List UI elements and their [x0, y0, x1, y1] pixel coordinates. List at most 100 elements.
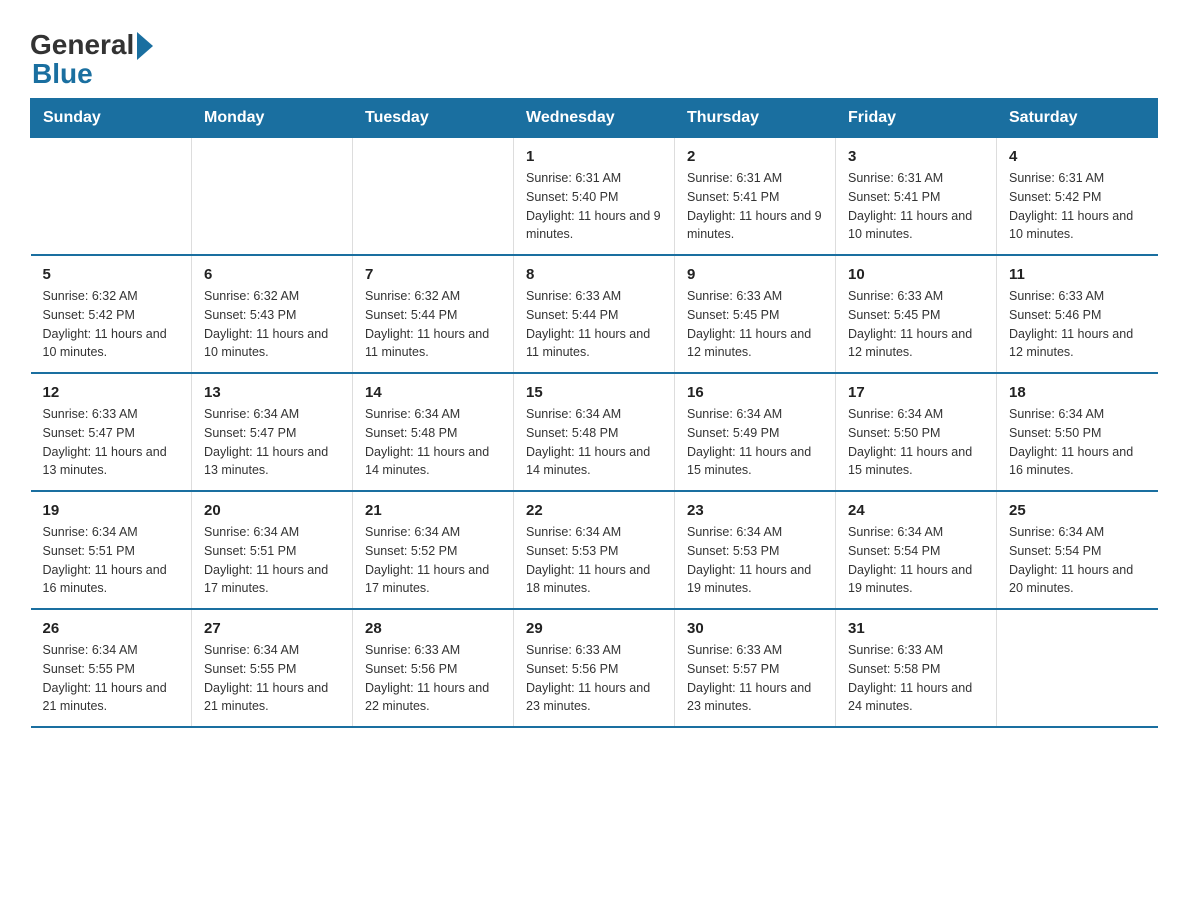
day-info: Sunrise: 6:34 AMSunset: 5:55 PMDaylight:…	[204, 641, 340, 716]
calendar-cell: 11 Sunrise: 6:33 AMSunset: 5:46 PMDayligh…	[997, 255, 1158, 373]
day-number: 25	[1009, 502, 1146, 519]
day-info: Sunrise: 6:33 AMSunset: 5:45 PMDaylight:…	[687, 287, 823, 362]
calendar-cell: 10 Sunrise: 6:33 AMSunset: 5:45 PMDayligh…	[836, 255, 997, 373]
weekday-header-saturday: Saturday	[997, 99, 1158, 138]
calendar-cell: 27 Sunrise: 6:34 AMSunset: 5:55 PMDayligh…	[192, 609, 353, 727]
day-number: 20	[204, 502, 340, 519]
day-info: Sunrise: 6:34 AMSunset: 5:52 PMDaylight:…	[365, 523, 501, 598]
day-info: Sunrise: 6:34 AMSunset: 5:51 PMDaylight:…	[43, 523, 180, 598]
day-info: Sunrise: 6:33 AMSunset: 5:56 PMDaylight:…	[526, 641, 662, 716]
day-number: 10	[848, 266, 984, 283]
day-number: 23	[687, 502, 823, 519]
day-number: 3	[848, 148, 984, 165]
weekday-header-monday: Monday	[192, 99, 353, 138]
day-info: Sunrise: 6:34 AMSunset: 5:50 PMDaylight:…	[1009, 405, 1146, 480]
logo-arrow-icon	[137, 32, 153, 60]
day-number: 4	[1009, 148, 1146, 165]
day-number: 27	[204, 620, 340, 637]
calendar-cell: 7Sunrise: 6:32 AMSunset: 5:44 PMDaylight…	[353, 255, 514, 373]
calendar-cell: 31Sunrise: 6:33 AMSunset: 5:58 PMDayligh…	[836, 609, 997, 727]
calendar-table: SundayMondayTuesdayWednesdayThursdayFrid…	[30, 98, 1158, 728]
day-number: 8	[526, 266, 662, 283]
weekday-header-tuesday: Tuesday	[353, 99, 514, 138]
day-info: Sunrise: 6:34 AMSunset: 5:48 PMDaylight:…	[365, 405, 501, 480]
calendar-cell: 21 Sunrise: 6:34 AMSunset: 5:52 PMDayligh…	[353, 491, 514, 609]
day-info: Sunrise: 6:33 AMSunset: 5:45 PMDaylight:…	[848, 287, 984, 362]
calendar-cell: 29 Sunrise: 6:33 AMSunset: 5:56 PMDayligh…	[514, 609, 675, 727]
calendar-cell: 2 Sunrise: 6:31 AMSunset: 5:41 PMDaylight…	[675, 138, 836, 256]
day-info: Sunrise: 6:33 AMSunset: 5:47 PMDaylight:…	[43, 405, 180, 480]
calendar-cell: 5Sunrise: 6:32 AMSunset: 5:42 PMDaylight…	[31, 255, 192, 373]
day-info: Sunrise: 6:34 AMSunset: 5:53 PMDaylight:…	[526, 523, 662, 598]
day-number: 24	[848, 502, 984, 519]
day-number: 31	[848, 620, 984, 637]
day-number: 11	[1009, 266, 1146, 283]
calendar-cell: 30 Sunrise: 6:33 AMSunset: 5:57 PMDayligh…	[675, 609, 836, 727]
day-number: 6	[204, 266, 340, 283]
calendar-cell: 23 Sunrise: 6:34 AMSunset: 5:53 PMDayligh…	[675, 491, 836, 609]
day-number: 21	[365, 502, 501, 519]
calendar-cell	[192, 138, 353, 256]
day-number: 19	[43, 502, 180, 519]
day-info: Sunrise: 6:34 AMSunset: 5:48 PMDaylight:…	[526, 405, 662, 480]
calendar-cell: 9 Sunrise: 6:33 AMSunset: 5:45 PMDaylight…	[675, 255, 836, 373]
weekday-header-sunday: Sunday	[31, 99, 192, 138]
calendar-cell: 15 Sunrise: 6:34 AMSunset: 5:48 PMDayligh…	[514, 373, 675, 491]
day-info: Sunrise: 6:34 AMSunset: 5:55 PMDaylight:…	[43, 641, 180, 716]
calendar-cell: 22Sunrise: 6:34 AMSunset: 5:53 PMDayligh…	[514, 491, 675, 609]
calendar-cell: 28 Sunrise: 6:33 AMSunset: 5:56 PMDayligh…	[353, 609, 514, 727]
day-number: 15	[526, 384, 662, 401]
day-info: Sunrise: 6:31 AMSunset: 5:42 PMDaylight:…	[1009, 169, 1146, 244]
day-info: Sunrise: 6:32 AMSunset: 5:43 PMDaylight:…	[204, 287, 340, 362]
calendar-cell: 12Sunrise: 6:33 AMSunset: 5:47 PMDayligh…	[31, 373, 192, 491]
day-number: 17	[848, 384, 984, 401]
day-number: 14	[365, 384, 501, 401]
weekday-header-thursday: Thursday	[675, 99, 836, 138]
day-info: Sunrise: 6:34 AMSunset: 5:49 PMDaylight:…	[687, 405, 823, 480]
day-number: 1	[526, 148, 662, 165]
day-number: 13	[204, 384, 340, 401]
calendar-cell: 20 Sunrise: 6:34 AMSunset: 5:51 PMDayligh…	[192, 491, 353, 609]
logo: General Blue	[30, 30, 153, 88]
calendar-cell	[353, 138, 514, 256]
logo-blue: Blue	[32, 60, 153, 88]
day-number: 30	[687, 620, 823, 637]
calendar-cell: 4 Sunrise: 6:31 AMSunset: 5:42 PMDaylight…	[997, 138, 1158, 256]
calendar-cell: 24 Sunrise: 6:34 AMSunset: 5:54 PMDayligh…	[836, 491, 997, 609]
calendar-cell: 25 Sunrise: 6:34 AMSunset: 5:54 PMDayligh…	[997, 491, 1158, 609]
day-number: 2	[687, 148, 823, 165]
calendar-cell: 1Sunrise: 6:31 AMSunset: 5:40 PMDaylight…	[514, 138, 675, 256]
day-info: Sunrise: 6:32 AMSunset: 5:44 PMDaylight:…	[365, 287, 501, 362]
calendar-week-row: 1Sunrise: 6:31 AMSunset: 5:40 PMDaylight…	[31, 138, 1158, 256]
day-info: Sunrise: 6:34 AMSunset: 5:53 PMDaylight:…	[687, 523, 823, 598]
calendar-cell: 16 Sunrise: 6:34 AMSunset: 5:49 PMDayligh…	[675, 373, 836, 491]
calendar-cell: 3Sunrise: 6:31 AMSunset: 5:41 PMDaylight…	[836, 138, 997, 256]
day-info: Sunrise: 6:34 AMSunset: 5:54 PMDaylight:…	[848, 523, 984, 598]
day-info: Sunrise: 6:34 AMSunset: 5:54 PMDaylight:…	[1009, 523, 1146, 598]
calendar-week-row: 19 Sunrise: 6:34 AMSunset: 5:51 PMDayligh…	[31, 491, 1158, 609]
calendar-cell: 18Sunrise: 6:34 AMSunset: 5:50 PMDayligh…	[997, 373, 1158, 491]
calendar-cell: 17Sunrise: 6:34 AMSunset: 5:50 PMDayligh…	[836, 373, 997, 491]
day-info: Sunrise: 6:33 AMSunset: 5:57 PMDaylight:…	[687, 641, 823, 716]
day-info: Sunrise: 6:34 AMSunset: 5:51 PMDaylight:…	[204, 523, 340, 598]
calendar-body: 1Sunrise: 6:31 AMSunset: 5:40 PMDaylight…	[31, 138, 1158, 728]
day-number: 16	[687, 384, 823, 401]
calendar-cell	[997, 609, 1158, 727]
day-number: 28	[365, 620, 501, 637]
day-number: 9	[687, 266, 823, 283]
calendar-cell: 14 Sunrise: 6:34 AMSunset: 5:48 PMDayligh…	[353, 373, 514, 491]
calendar-cell	[31, 138, 192, 256]
page-header: General Blue	[30, 20, 1158, 88]
calendar-header: SundayMondayTuesdayWednesdayThursdayFrid…	[31, 99, 1158, 138]
calendar-week-row: 26 Sunrise: 6:34 AMSunset: 5:55 PMDayligh…	[31, 609, 1158, 727]
day-info: Sunrise: 6:33 AMSunset: 5:56 PMDaylight:…	[365, 641, 501, 716]
weekday-header-wednesday: Wednesday	[514, 99, 675, 138]
day-info: Sunrise: 6:34 AMSunset: 5:47 PMDaylight:…	[204, 405, 340, 480]
calendar-week-row: 12Sunrise: 6:33 AMSunset: 5:47 PMDayligh…	[31, 373, 1158, 491]
calendar-cell: 26 Sunrise: 6:34 AMSunset: 5:55 PMDayligh…	[31, 609, 192, 727]
day-info: Sunrise: 6:31 AMSunset: 5:41 PMDaylight:…	[687, 169, 823, 244]
weekday-header-friday: Friday	[836, 99, 997, 138]
day-number: 26	[43, 620, 180, 637]
day-number: 29	[526, 620, 662, 637]
day-info: Sunrise: 6:33 AMSunset: 5:46 PMDaylight:…	[1009, 287, 1146, 362]
